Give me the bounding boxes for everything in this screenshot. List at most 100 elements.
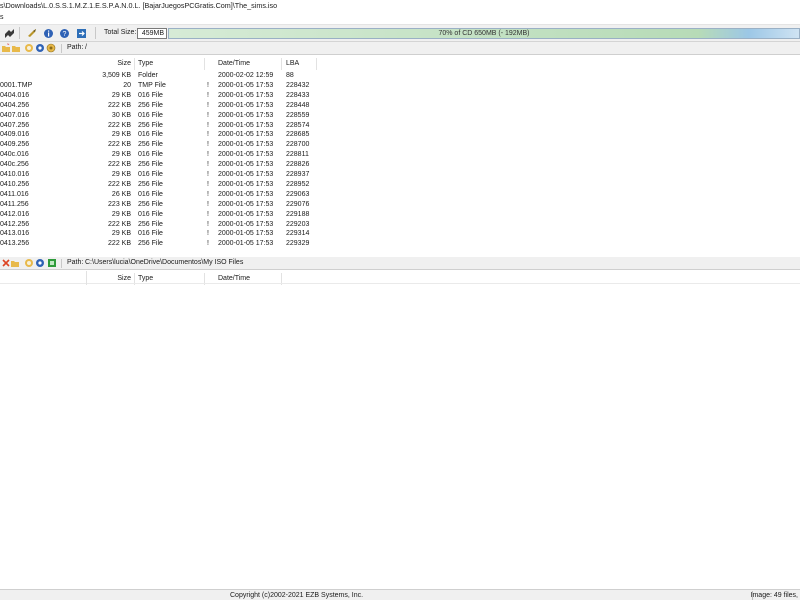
- up-folder-icon[interactable]: [10, 258, 20, 268]
- file-date: 2000-01-05 17:53: [218, 91, 274, 99]
- menu-item[interactable]: s: [0, 14, 4, 21]
- table-row[interactable]: 0404.016 29 KB 016 File! 2000-01-05 17:53 22…: [0, 91, 800, 101]
- local-file-list[interactable]: Size Type Date/Time: [0, 271, 800, 589]
- file-type: 016 File: [138, 111, 163, 119]
- local-path-label: Path:: [67, 259, 84, 266]
- file-date: 2000-01-05 17:53: [218, 240, 274, 248]
- file-lba: 229188: [286, 210, 310, 218]
- iso-list-header: Size Type Date/Time LBA: [0, 58, 800, 70]
- file-type: 016 File: [138, 210, 163, 218]
- file-size: 29 KB: [111, 230, 131, 238]
- iso-path-value[interactable]: /: [85, 44, 87, 51]
- add-icon[interactable]: [26, 26, 39, 40]
- file-flag: !: [207, 141, 209, 149]
- file-type: 256 File: [138, 141, 163, 149]
- refresh-icon[interactable]: [24, 258, 34, 268]
- table-row[interactable]: 0413.256 222 KB 256 File! 2000-01-05 17:53 2…: [0, 239, 800, 249]
- table-row[interactable]: 0409.256 222 KB 256 File! 2000-01-05 17:53 2…: [0, 140, 800, 150]
- file-lba: 228448: [286, 101, 310, 109]
- file-name: 0412.016: [0, 210, 30, 218]
- file-size: 29 KB: [111, 210, 131, 218]
- column-size[interactable]: Size: [117, 60, 131, 67]
- table-row[interactable]: 0413.016 29 KB 016 File! 2000-01-05 17:53 22…: [0, 229, 800, 239]
- capacity-text: 70% of CD 650MB (- 192MB): [438, 30, 530, 37]
- file-type: 256 File: [138, 161, 163, 169]
- table-row[interactable]: 0410.256 222 KB 256 File! 2000-01-05 17:53 2…: [0, 180, 800, 190]
- file-flag: !: [207, 121, 209, 129]
- green-action-icon[interactable]: [47, 258, 57, 268]
- file-type: 256 File: [138, 180, 163, 188]
- file-flag: !: [207, 131, 209, 139]
- file-lba: 228826: [286, 161, 310, 169]
- settings-icon[interactable]: [35, 43, 45, 53]
- table-row[interactable]: 0407.016 30 KB 016 File! 2000-01-05 17:53 22…: [0, 111, 800, 121]
- table-row[interactable]: 3,509 KB Folder 2000-02-02 12:59 88: [0, 71, 800, 81]
- capacity-bar[interactable]: 70% of CD 650MB (- 192MB): [168, 28, 800, 39]
- table-row[interactable]: 0409.016 29 KB 016 File! 2000-01-05 17:53 22…: [0, 130, 800, 140]
- file-name: 040c.016: [0, 151, 29, 159]
- column-size[interactable]: Size: [117, 275, 131, 282]
- total-size-value: 459MB: [137, 28, 167, 39]
- file-flag: !: [207, 81, 209, 89]
- file-date: 2000-01-05 17:53: [218, 190, 274, 198]
- local-path-value[interactable]: C:\Users\lucia\OneDrive\Documentos\My IS…: [85, 259, 243, 266]
- table-row[interactable]: 0411.256 223 KB 256 File! 2000-01-05 17:53 2…: [0, 200, 800, 210]
- file-type: 256 File: [138, 220, 163, 228]
- column-date[interactable]: Date/Time: [218, 275, 250, 282]
- table-row[interactable]: 040c.016 29 KB 016 File! 2000-01-05 17:53 22…: [0, 150, 800, 160]
- file-name: 0413.256: [0, 240, 30, 248]
- exit-icon[interactable]: [75, 26, 88, 40]
- table-row[interactable]: 0001.TMP 20 TMP File! 2000-01-05 17:53 22843…: [0, 81, 800, 91]
- column-divider: [281, 58, 282, 70]
- view-icon[interactable]: [46, 43, 56, 53]
- window-title: s\Downloads\L.0.S.S.1.M.Z.1.E.S.P.A.N.0.…: [0, 1, 278, 10]
- info-icon[interactable]: [42, 26, 55, 40]
- file-type: 016 File: [138, 190, 163, 198]
- up-folder-icon[interactable]: [11, 43, 21, 53]
- table-row[interactable]: 0410.016 29 KB 016 File! 2000-01-05 17:53 22…: [0, 170, 800, 180]
- column-type[interactable]: Type: [138, 275, 153, 282]
- file-flag: !: [207, 210, 209, 218]
- file-date: 2000-01-05 17:53: [218, 161, 274, 169]
- table-row[interactable]: 0404.256 222 KB 256 File! 2000-01-05 17:53 2…: [0, 101, 800, 111]
- table-row[interactable]: 0411.016 26 KB 016 File! 2000-01-05 17:53 22…: [0, 190, 800, 200]
- file-type: TMP File: [138, 81, 166, 89]
- file-flag: !: [207, 111, 209, 119]
- file-size: 222 KB: [108, 141, 131, 149]
- column-lba[interactable]: LBA: [286, 60, 299, 67]
- refresh-icon[interactable]: [24, 43, 34, 53]
- file-date: 2000-02-02 12:59: [218, 72, 274, 79]
- table-row[interactable]: 0412.256 222 KB 256 File! 2000-01-05 17:53 2…: [0, 220, 800, 230]
- properties-icon[interactable]: [3, 26, 16, 40]
- toolbar-separator: [19, 27, 20, 39]
- settings-icon[interactable]: [35, 258, 45, 268]
- path-separator: [61, 259, 62, 268]
- iso-file-list[interactable]: Size Type Date/Time LBA 3,509 KB Folder 20…: [0, 56, 800, 256]
- column-type[interactable]: Type: [138, 60, 153, 67]
- file-name: 0407.016: [0, 111, 30, 119]
- table-row[interactable]: 0412.016 29 KB 016 File! 2000-01-05 17:53 22…: [0, 210, 800, 220]
- file-date: 2000-01-05 17:53: [218, 151, 274, 159]
- new-folder-icon[interactable]: [1, 43, 11, 53]
- file-size: 29 KB: [111, 151, 131, 159]
- file-size: 222 KB: [108, 101, 131, 109]
- file-size: 222 KB: [108, 161, 131, 169]
- table-row[interactable]: 040c.256 222 KB 256 File! 2000-01-05 17:53 2…: [0, 160, 800, 170]
- file-size: 29 KB: [111, 131, 131, 139]
- help-icon[interactable]: ?: [58, 26, 71, 40]
- file-type: 016 File: [138, 171, 163, 178]
- file-lba: 228700: [286, 141, 310, 149]
- file-name: 0001.TMP: [0, 81, 33, 89]
- file-flag: !: [207, 91, 209, 99]
- file-flag: !: [207, 180, 209, 188]
- file-flag: !: [207, 220, 209, 228]
- file-type: 256 File: [138, 240, 163, 248]
- image-info: Image: 49 files,: [750, 592, 798, 599]
- file-type: 256 File: [138, 101, 163, 109]
- column-divider: [86, 271, 87, 285]
- file-flag: !: [207, 230, 209, 238]
- file-lba: 228952: [286, 180, 310, 188]
- column-date[interactable]: Date/Time: [218, 60, 250, 67]
- file-type: 256 File: [138, 121, 163, 129]
- table-row[interactable]: 0407.256 222 KB 256 File! 2000-01-05 17:53 2…: [0, 121, 800, 131]
